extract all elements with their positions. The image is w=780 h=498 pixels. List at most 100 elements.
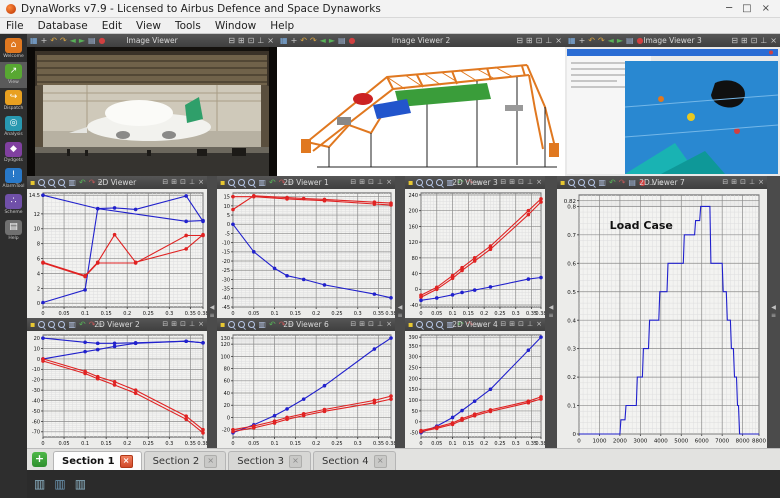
- print-icon[interactable]: ▤: [338, 36, 346, 45]
- sidebar-item-dydgets[interactable]: ◆ Dydgets: [0, 140, 27, 166]
- splitter-4[interactable]: ◀ ≡: [767, 176, 780, 448]
- chart-window-icon[interactable]: ▥: [54, 477, 65, 491]
- pin-icon[interactable]: ⊥: [527, 321, 533, 328]
- splitter-1[interactable]: ◀ ≡: [207, 176, 217, 448]
- minimize-icon[interactable]: ⊟: [500, 179, 506, 186]
- viewer-menu-icon[interactable]: ≡: [97, 321, 103, 329]
- undo-icon[interactable]: ↶: [79, 178, 86, 187]
- restore-icon[interactable]: ⊡: [180, 179, 186, 186]
- zoom-fit-icon[interactable]: [248, 179, 256, 186]
- grip-icon[interactable]: ≡: [548, 313, 553, 319]
- pan-icon[interactable]: +: [41, 36, 48, 45]
- next-image-icon[interactable]: ►: [79, 36, 85, 45]
- select-icon[interactable]: ▦: [30, 36, 38, 45]
- collapse-arrow-icon[interactable]: ◀: [771, 305, 776, 311]
- zoom-in-icon[interactable]: [228, 179, 236, 186]
- minimize-icon[interactable]: ⊟: [350, 321, 356, 328]
- zoom-in-icon[interactable]: [38, 321, 46, 328]
- close-icon[interactable]: ×: [536, 321, 542, 328]
- zoom-fit-icon[interactable]: [588, 179, 596, 186]
- collapse-arrow-icon[interactable]: ◀: [210, 305, 215, 311]
- grip-icon[interactable]: ≡: [397, 313, 402, 319]
- redo-icon[interactable]: ↷: [467, 178, 474, 187]
- menu-window[interactable]: Window: [215, 20, 256, 32]
- menu-help[interactable]: Help: [270, 20, 294, 32]
- close-icon[interactable]: ×: [758, 179, 764, 186]
- rotate-left-icon[interactable]: ↶: [300, 36, 307, 45]
- redo-icon[interactable]: ↷: [467, 320, 474, 329]
- sidebar-item-alarmtool[interactable]: ! AlarmTool: [0, 166, 27, 192]
- minimize-icon[interactable]: ⊟: [162, 321, 168, 328]
- close-icon[interactable]: ×: [386, 179, 392, 186]
- rotate-right-icon[interactable]: ↷: [310, 36, 317, 45]
- zoom-out-icon[interactable]: [48, 321, 56, 328]
- redo-icon[interactable]: ↷: [279, 320, 286, 329]
- marker-icon[interactable]: ▪: [408, 320, 413, 329]
- close-icon[interactable]: ×: [198, 179, 204, 186]
- marker-icon[interactable]: ▪: [30, 320, 35, 329]
- select-icon[interactable]: ▦: [280, 36, 288, 45]
- print-icon[interactable]: ▤: [628, 178, 636, 187]
- sidebar-item-dispatch[interactable]: ↪ Dispatch: [0, 88, 27, 114]
- zoom-in-icon[interactable]: [568, 179, 576, 186]
- redo-icon[interactable]: ↷: [279, 178, 286, 187]
- tab-section-3[interactable]: Section 3 ×: [228, 451, 311, 470]
- zoom-out-icon[interactable]: [426, 179, 434, 186]
- tab-close-icon[interactable]: ×: [119, 454, 133, 468]
- pin-icon[interactable]: ⊥: [545, 36, 552, 45]
- zoom-in-icon[interactable]: [38, 179, 46, 186]
- next-image-icon[interactable]: ►: [617, 36, 623, 45]
- collapse-arrow-icon[interactable]: ◀: [398, 305, 403, 311]
- snapshot-icon[interactable]: ●: [99, 36, 106, 45]
- undo-icon[interactable]: ↶: [609, 178, 616, 187]
- close-icon[interactable]: ×: [198, 321, 204, 328]
- close-icon[interactable]: ×: [770, 36, 777, 45]
- zoom-in-icon[interactable]: [416, 321, 424, 328]
- minimize-icon[interactable]: ⊟: [731, 36, 738, 45]
- viewer-menu-icon[interactable]: ≡: [658, 179, 664, 187]
- tab-close-icon[interactable]: ×: [288, 454, 302, 468]
- close-button[interactable]: ×: [762, 3, 770, 14]
- rotate-right-icon[interactable]: ↷: [60, 36, 67, 45]
- minimize-icon[interactable]: ⊟: [722, 179, 728, 186]
- pin-icon[interactable]: ⊥: [527, 179, 533, 186]
- splitter-3[interactable]: ◀ ≡: [545, 176, 557, 448]
- rotate-left-icon[interactable]: ↶: [588, 36, 595, 45]
- chart-plot-area[interactable]: 0 0.05 0.1 0.15 0.2 0.25 0.3 0.350.38 20 10 0 -10 -2…: [27, 331, 209, 448]
- chart-plot-area[interactable]: 0 0.05 0.1 0.15 0.2 0.25 0.3 0.350.38 15 10 5 0 -5 -1…: [217, 189, 397, 318]
- pin-icon[interactable]: ⊥: [377, 179, 383, 186]
- maximize-icon[interactable]: ⊞: [509, 321, 515, 328]
- rotate-left-icon[interactable]: ↶: [50, 36, 57, 45]
- maximize-icon[interactable]: ⊞: [526, 36, 533, 45]
- zoom-fit-icon[interactable]: [58, 321, 66, 328]
- snapshot-icon[interactable]: ●: [349, 36, 356, 45]
- print-icon[interactable]: ▤: [626, 36, 634, 45]
- zoom-box-icon[interactable]: ▥: [446, 320, 454, 329]
- marker-icon[interactable]: ▪: [220, 178, 225, 187]
- viewer-menu-icon[interactable]: ≡: [475, 179, 481, 187]
- sidebar-item-welcome[interactable]: ⌂ Welcome: [0, 36, 27, 62]
- grip-icon[interactable]: ≡: [771, 313, 776, 319]
- maximize-button[interactable]: □: [742, 3, 751, 14]
- menu-tools[interactable]: Tools: [175, 20, 201, 32]
- prev-image-icon[interactable]: ◄: [70, 36, 76, 45]
- sidebar-item-analysis[interactable]: ◎ Analysis: [0, 114, 27, 140]
- close-icon[interactable]: ×: [536, 179, 542, 186]
- chart-plot-area[interactable]: 0 0.05 0.1 0.15 0.2 0.25 0.3 0.350.38 130120 100 8…: [217, 331, 397, 448]
- pin-icon[interactable]: ⊥: [749, 179, 755, 186]
- pan-icon[interactable]: +: [579, 36, 586, 45]
- restore-icon[interactable]: ⊡: [180, 321, 186, 328]
- maximize-icon[interactable]: ⊞: [359, 321, 365, 328]
- pin-icon[interactable]: ⊥: [189, 179, 195, 186]
- viewer-menu-icon[interactable]: ≡: [97, 179, 103, 187]
- chart-plot-area[interactable]: 00.050.10.150.20.250.30.350.383903503002…: [405, 331, 547, 448]
- redo-icon[interactable]: ↷: [89, 178, 96, 187]
- menu-database[interactable]: Database: [38, 20, 88, 32]
- chart-plot-area[interactable]: 00.050.10.150.20.250.30.350.382402001601…: [405, 189, 547, 318]
- chart-plot-area[interactable]: 0 0.05 0.1 0.15 0.2 0.25 0.3 0.350.38 0 2 4 6 8 10 12 1…: [27, 189, 209, 318]
- marker-icon[interactable]: ▪: [560, 178, 565, 187]
- zoom-box-icon[interactable]: ▥: [68, 178, 76, 187]
- menu-edit[interactable]: Edit: [102, 20, 122, 32]
- add-section-button[interactable]: +: [32, 452, 47, 467]
- pan-icon[interactable]: +: [291, 36, 298, 45]
